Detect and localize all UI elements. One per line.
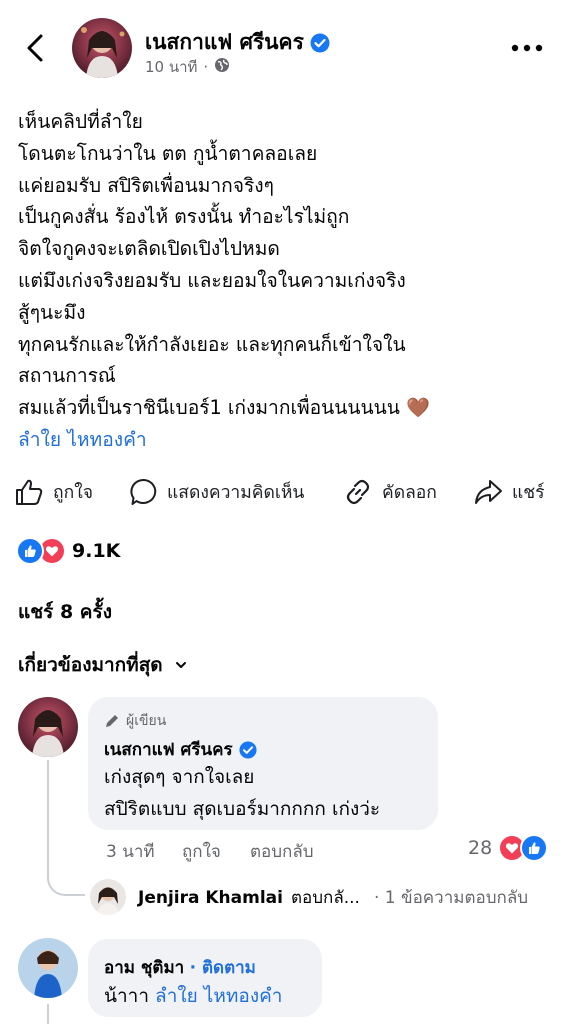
sort-label: เกี่ยวข้องมากที่สุด xyxy=(18,654,163,676)
reply-author-name: Jenjira Khamlai xyxy=(138,887,283,908)
comment-reply-button[interactable]: ตอบกลับ xyxy=(250,838,314,865)
post-line: ทุกคนรักและให้กำลังเยอะ และทุกคนก็เข้าใจ… xyxy=(18,332,406,356)
thumbs-up-icon xyxy=(16,479,43,505)
like-reaction-icon xyxy=(520,834,549,862)
back-button[interactable] xyxy=(20,30,50,66)
comment-reactions[interactable]: 28 xyxy=(468,834,549,862)
follow-link[interactable]: · ติดตาม xyxy=(190,958,256,978)
post-line: เห็นคลิปที่ลำใย xyxy=(18,110,143,133)
comment-sort-dropdown[interactable]: เกี่ยวข้องมากที่สุด xyxy=(18,650,187,680)
author-badge-label: ผู้เขียน xyxy=(126,713,167,729)
author-avatar[interactable] xyxy=(72,18,132,78)
brown-heart-emoji: 🤎 xyxy=(405,396,430,420)
chevron-down-icon xyxy=(175,662,186,668)
post-mention-link[interactable]: ลำใย ไหทองคำ xyxy=(18,424,548,456)
copy-link-button[interactable]: คัดลอก xyxy=(343,475,437,509)
like-label: ถูกใจ xyxy=(53,483,93,503)
post-line: แต่มึงเก่งจริงยอมรับ และยอมใจในความเก่งจ… xyxy=(18,268,406,292)
post-line: แค่ยอมรับ สปิริตเพื่อนมากจริงๆ xyxy=(18,173,274,197)
link-icon xyxy=(346,479,370,505)
comment-time[interactable]: 3 นาที xyxy=(106,838,155,865)
globe-icon xyxy=(214,57,230,77)
post-line-last: สมแล้วที่เป็นราชินีเบอร์1 เก่งมากเพื่อนน… xyxy=(18,392,548,424)
reaction-count: 9.1K xyxy=(72,540,121,562)
comment-prefix: น้าาา xyxy=(104,985,149,1007)
commenter-avatar[interactable] xyxy=(18,938,78,998)
share-count[interactable]: แชร์ 8 ครั้ง xyxy=(18,597,112,627)
post-line: สถานการณ์ xyxy=(18,364,116,388)
commenter-avatar[interactable] xyxy=(18,697,78,757)
copy-label: คัดลอก xyxy=(382,483,437,503)
chevron-left-icon xyxy=(27,34,43,62)
comment-author-name[interactable]: อาม ชุติมา xyxy=(104,958,184,978)
post-meta: 10 นาที · xyxy=(145,55,230,79)
like-button[interactable]: ถูกใจ xyxy=(14,475,93,509)
post-line: เป็นกูคงสั่น ร้องไห้ ตรงนั้น ทำอะไรไม่ถู… xyxy=(18,205,350,229)
reply-avatar[interactable] xyxy=(90,879,126,915)
comment-author[interactable]: อาม ชุติมา · ติดตาม xyxy=(104,954,256,981)
post-line: จิตใจกูคงจะเตลิดเปิดเปิงไปหมด xyxy=(18,237,280,261)
post-text: เห็นคลิปที่ลำใย โดนตะโกนว่าใน ตต กูน้ำตา… xyxy=(18,106,548,456)
thread-connector xyxy=(47,760,85,896)
reaction-summary[interactable]: 9.1K xyxy=(16,536,120,566)
post-time[interactable]: 10 นาที xyxy=(145,55,197,79)
comment-line: เก่งสุดๆ จากใจเลย xyxy=(104,766,255,788)
author-badge: ผู้เขียน xyxy=(104,710,166,732)
comment-text: เก่งสุดๆ จากใจเลย สปิริตแบบ สุดเบอร์มากก… xyxy=(104,761,380,825)
comment-author-name[interactable]: เนสกาแฟ ศรีนคร xyxy=(104,736,233,763)
post-line: โดนตะโกนว่าใน ตต กูน้ำตาคลอเลย xyxy=(18,141,318,165)
comment-line: สปิริตแบบ สุดเบอร์มากกกก เก่งว่ะ xyxy=(104,798,381,820)
meta-separator: · xyxy=(203,58,209,76)
reply-count: · 1 ข้อความตอบกลับ xyxy=(373,888,529,908)
comment-author[interactable]: เนสกาแฟ ศรีนคร xyxy=(104,736,257,763)
comment-button[interactable]: แสดงความคิดเห็น xyxy=(130,475,304,509)
post-line: สมแล้วที่เป็นราชินีเบอร์1 เก่งมากเพื่อนน… xyxy=(18,396,400,420)
post-line: สู้ๆนะมึง xyxy=(18,300,86,324)
reply-action: ตอบกลั... xyxy=(290,888,360,908)
comment-bubble-icon xyxy=(130,478,157,505)
more-horizontal-icon xyxy=(511,44,543,52)
like-reaction-icon xyxy=(16,537,44,565)
comment-label: แสดงความคิดเห็น xyxy=(167,483,305,503)
share-label: แชร์ xyxy=(512,483,545,503)
verified-badge-icon xyxy=(310,33,330,53)
pen-icon xyxy=(106,715,118,727)
thread-connector xyxy=(47,1004,49,1024)
share-button[interactable]: แชร์ xyxy=(473,475,545,509)
view-replies-link[interactable]: Jenjira Khamlai ตอบกลั... · 1 ข้อความตอบ… xyxy=(138,884,528,911)
comment-mention-link[interactable]: ลำใย ไหทองคำ xyxy=(155,985,282,1007)
verified-badge-icon xyxy=(239,740,257,759)
more-options-button[interactable] xyxy=(505,30,549,66)
comment-like-button[interactable]: ถูกใจ xyxy=(182,838,221,865)
share-arrow-icon xyxy=(475,480,502,504)
comment-text: น้าาา ลำใย ไหทองคำ xyxy=(104,980,282,1012)
comment-reaction-count: 28 xyxy=(468,837,493,859)
